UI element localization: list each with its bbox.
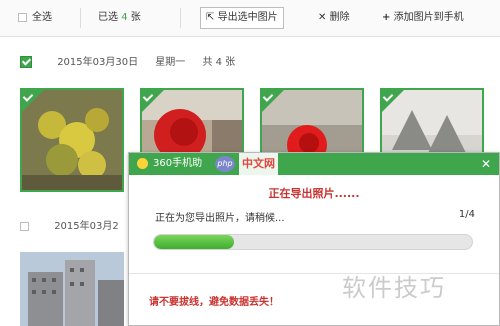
close-icon[interactable]: ✕ — [481, 153, 491, 175]
site-text: 中文网 — [239, 153, 278, 175]
group-weekday: 星期一 — [155, 57, 186, 68]
export-heading: 正在导出照片...... — [268, 187, 360, 200]
export-label: 导出选中图片 — [217, 12, 278, 23]
selected-suffix: 张 — [130, 12, 141, 23]
group-date: 2015年03月30日 — [57, 57, 139, 68]
group-total: 共 4 张 — [202, 57, 236, 68]
export-selected-button[interactable]: ⇱ 导出选中图片 — [200, 0, 284, 36]
export-icon: ⇱ — [206, 12, 215, 23]
dialog-titlebar: 360手机助 php 中文网 ✕ — [129, 153, 499, 175]
group-date: 2015年03月2 — [54, 221, 119, 232]
toolbar-divider — [180, 8, 181, 28]
delete-icon: ✕ — [318, 12, 327, 23]
progress-bar — [153, 234, 473, 250]
delete-label: 删除 — [329, 12, 350, 23]
selected-count: 4 — [121, 12, 128, 23]
selected-prefix: 已选 — [98, 12, 118, 23]
date-group-header: 2015年03月30日 星期一 共 4 张 — [0, 48, 500, 78]
warning-text: 请不要拔线，避免数据丢失！ — [149, 297, 279, 308]
photo-thumbnail[interactable] — [20, 252, 124, 326]
toolbar: 全选 已选 4 张 ⇱ 导出选中图片 ✕ 删除 + 添加图片到手机 — [0, 0, 500, 37]
add-label: 添加图片到手机 — [393, 12, 464, 23]
select-all[interactable]: 全选 — [18, 0, 52, 36]
toolbar-divider — [80, 8, 81, 28]
export-count: 1/4 — [458, 209, 475, 220]
watermark: 软件技巧 — [342, 274, 446, 302]
app-logo-icon — [137, 158, 148, 169]
progress-fill — [154, 235, 234, 249]
site-badge: php — [215, 156, 235, 172]
plus-icon: + — [382, 12, 391, 23]
photo-image — [20, 252, 124, 326]
delete-button[interactable]: ✕ 删除 — [318, 0, 350, 36]
dialog-title: 360手机助 — [153, 158, 203, 169]
group-checkbox[interactable] — [20, 56, 46, 68]
photo-thumbnail[interactable] — [20, 88, 124, 192]
select-all-checkbox[interactable] — [18, 12, 27, 22]
group-checkbox[interactable] — [20, 221, 29, 231]
selected-count-text: 已选 4 张 — [98, 0, 141, 36]
export-status: 正在为您导出照片，请稍候... — [155, 213, 285, 224]
add-to-phone-button[interactable]: + 添加图片到手机 — [382, 0, 464, 36]
select-all-label: 全选 — [32, 12, 52, 23]
